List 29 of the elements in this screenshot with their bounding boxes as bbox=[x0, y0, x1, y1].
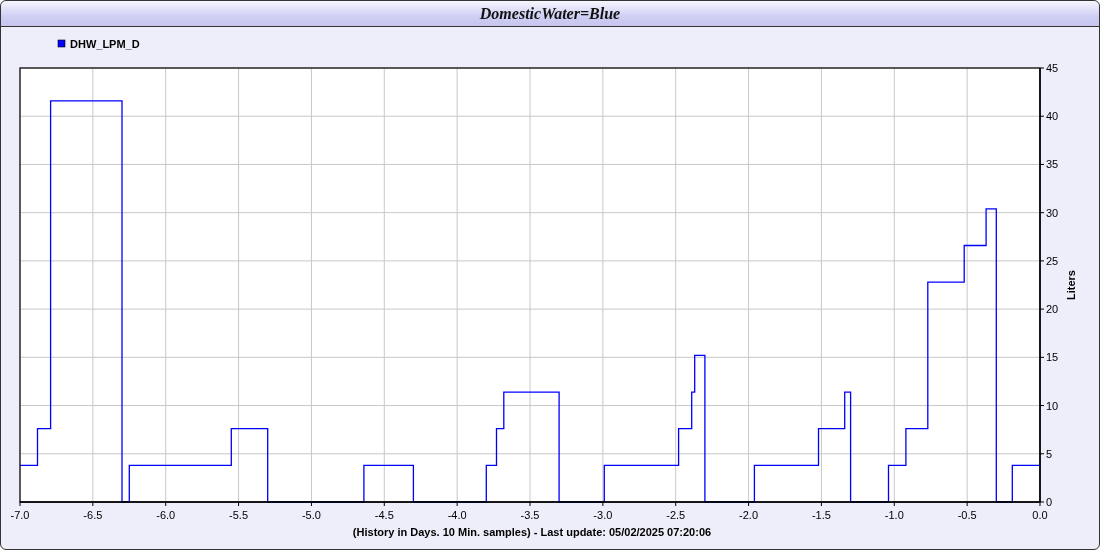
axis-tick-label: 25 bbox=[1046, 254, 1059, 267]
axis-tick-label: 40 bbox=[1046, 110, 1059, 123]
axis-tick-label: -3.5 bbox=[520, 509, 540, 521]
axis-tick-label: 15 bbox=[1046, 351, 1059, 364]
axis-tick-label: -6.0 bbox=[156, 509, 176, 521]
axis-tick-label: -2.5 bbox=[666, 509, 686, 521]
axis-tick-label: 45 bbox=[1046, 62, 1059, 74]
axis-tick-label: -7.0 bbox=[10, 509, 30, 521]
axis-tick-label: 35 bbox=[1046, 158, 1059, 171]
axis-tick-label: 20 bbox=[1046, 303, 1059, 316]
axis-tick-label: -5.0 bbox=[301, 509, 321, 521]
window-title: DomesticWater=Blue bbox=[479, 4, 621, 24]
axis-title: Liters bbox=[1065, 270, 1077, 300]
axis-tick-label: -4.0 bbox=[447, 509, 467, 521]
axis-tick-label: -1.5 bbox=[811, 509, 831, 521]
axis-tick-label: -3.0 bbox=[593, 509, 613, 521]
axis-tick-label: 0.0 bbox=[1032, 509, 1048, 521]
axis-tick-label: 30 bbox=[1046, 206, 1059, 219]
axis-tick-label: -4.5 bbox=[374, 509, 394, 521]
axis-tick-label: -5.5 bbox=[229, 509, 249, 521]
axis-tick-label: 5 bbox=[1046, 447, 1053, 460]
axis-tick-label: 0 bbox=[1046, 496, 1053, 508]
axis-tick-label: -0.5 bbox=[957, 509, 977, 521]
axis-title: (History in Days. 10 Min. samples) - Last update: 05/02/2025 07:20:06 bbox=[352, 526, 712, 538]
legend-label: DHW_LPM_D bbox=[70, 38, 140, 50]
axis-tick-label: -6.5 bbox=[83, 509, 103, 521]
axis-tick-label: 10 bbox=[1046, 399, 1059, 412]
axis-tick-label: -2.0 bbox=[739, 509, 759, 521]
axis-tick-label: -1.0 bbox=[884, 509, 904, 521]
